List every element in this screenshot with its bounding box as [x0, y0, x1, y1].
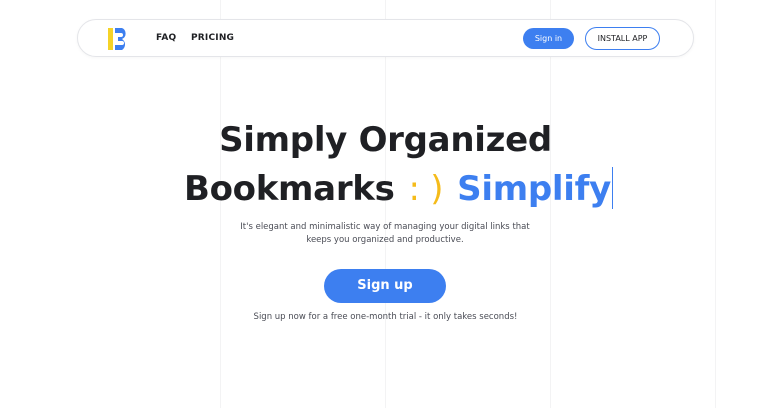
sign-up-button[interactable]: Sign up	[324, 269, 446, 303]
subtitle-line: It's elegant and minimalistic way of man…	[240, 222, 530, 232]
hero-subtitle: It's elegant and minimalistic way of man…	[235, 221, 535, 247]
nav-link-faq[interactable]: FAQ	[156, 33, 176, 43]
sign-in-button[interactable]: Sign in	[523, 28, 574, 49]
trial-note: Sign up now for a free one-month trial -…	[253, 312, 518, 322]
hero-headline-line2: Bookmarks : ) Simplify	[184, 167, 613, 213]
headline-bookmarks-word: Bookmarks	[184, 169, 395, 209]
nav-link-pricing[interactable]: PRICING	[191, 33, 234, 43]
logo-b-icon[interactable]	[108, 26, 132, 52]
hero-headline-line1: Simply Organized	[219, 120, 552, 160]
typing-cursor	[611, 167, 613, 209]
typed-word: Simplify	[457, 169, 611, 209]
guide-line	[715, 0, 716, 408]
landing-page: FAQ PRICING Sign in INSTALL APP Simply O…	[0, 0, 771, 408]
subtitle-line: keeps you organized and productive.	[306, 235, 464, 245]
install-app-button[interactable]: INSTALL APP	[585, 27, 660, 50]
top-navbar: FAQ PRICING Sign in INSTALL APP	[77, 19, 694, 57]
smile-emoticon: : )	[408, 169, 444, 209]
